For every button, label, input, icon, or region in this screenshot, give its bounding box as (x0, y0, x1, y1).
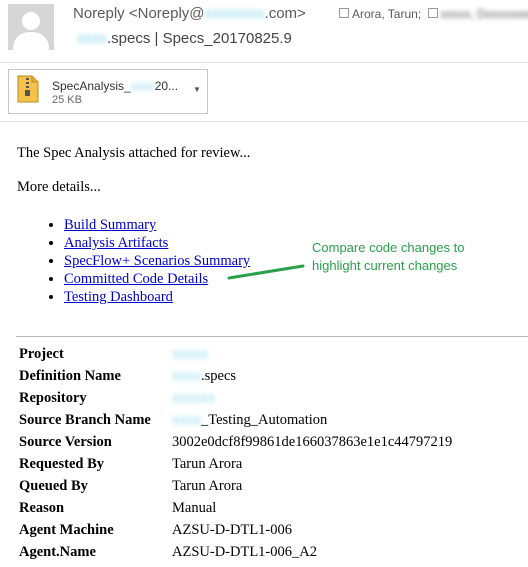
chevron-down-icon[interactable]: ▼ (193, 85, 201, 94)
detail-value: AZSU-D-DTL1-006 (172, 521, 293, 538)
recipient-presence-icon (339, 8, 349, 18)
detail-label: Agent Machine (19, 521, 114, 538)
detail-value: Tarun Arora (172, 477, 243, 494)
table-row: Source Branch Name xxxx_Testing_Automati… (16, 409, 455, 431)
detail-label: Reason (19, 499, 65, 516)
detail-value: xxxxxx (172, 389, 216, 406)
sender-name: Noreply (73, 5, 125, 22)
email-subject: xxxx.specs | Specs_20170825.9 (77, 30, 292, 47)
table-row: Reason Manual (16, 497, 455, 519)
sender-email-prefix: <Noreply@ (128, 5, 205, 22)
table-row: Source Version 3002e0dcf8f99861de1660378… (16, 431, 455, 453)
attachment-name: SpecAnalysis_xxxx20... (52, 79, 179, 93)
table-row: Queued By Tarun Arora (16, 475, 455, 497)
header-divider (0, 62, 528, 63)
table-row: Repository xxxxxx (16, 387, 455, 409)
detail-label: Project (19, 345, 64, 362)
list-item: Committed Code Details (64, 270, 250, 288)
detail-value: Tarun Arora (172, 455, 243, 472)
detail-label: Queued By (19, 477, 88, 494)
list-item: SpecFlow+ Scenarios Summary (64, 252, 250, 270)
section-divider (16, 336, 528, 337)
attachment-size: 25 KB (52, 94, 82, 106)
more-details-text: More details... (17, 179, 101, 195)
sender-email-domain-redacted: xxxxxxxx (204, 5, 265, 22)
sender-email-suffix: .com> (264, 5, 306, 22)
build-details-table: Project xxxxx Definition Name xxxx.specs… (16, 343, 455, 563)
detail-label: Definition Name (19, 367, 121, 384)
table-row: Agent Machine AZSU-D-DTL1-006 (16, 519, 455, 541)
annotation-line-1: Compare code changes to (312, 240, 465, 255)
detail-label: Source Version (19, 433, 112, 450)
table-row: Agent.Name AZSU-D-DTL1-006_A2 (16, 541, 455, 563)
zip-file-icon (17, 75, 39, 108)
recipient-1[interactable]: Arora, Tarun; (352, 7, 421, 21)
intro-text: The Spec Analysis attached for review... (17, 145, 251, 161)
table-row: Project xxxxx (16, 343, 455, 365)
detail-label: Agent.Name (19, 543, 96, 560)
committed-code-details-link[interactable]: Committed Code Details (64, 271, 208, 287)
detail-label: Source Branch Name (19, 411, 151, 428)
subject-text: .specs | Specs_20170825.9 (107, 30, 292, 47)
recipients: Arora, Tarun; xxxxx, Dxxxxxxer; (339, 7, 528, 21)
specflow-scenarios-summary-link[interactable]: SpecFlow+ Scenarios Summary (64, 253, 250, 269)
list-item: Testing Dashboard (64, 288, 250, 306)
detail-label: Repository (19, 389, 87, 406)
build-summary-link[interactable]: Build Summary (64, 217, 156, 233)
links-list: Build Summary Analysis Artifacts SpecFlo… (0, 216, 250, 306)
table-row: Requested By Tarun Arora (16, 453, 455, 475)
recipient-presence-icon (427, 8, 438, 18)
table-row: Definition Name xxxx.specs (16, 365, 455, 387)
attachment-divider (0, 121, 528, 122)
list-item: Build Summary (64, 216, 250, 234)
detail-value: 3002e0dcf8f99861de166037863e1e1c44797219 (172, 433, 453, 450)
person-icon (13, 12, 49, 50)
detail-value: xxxxx (172, 345, 209, 362)
annotation-arrow-line (227, 264, 305, 280)
detail-value: xxxx.specs (172, 367, 237, 384)
analysis-artifacts-link[interactable]: Analysis Artifacts (64, 235, 168, 251)
detail-label: Requested By (19, 455, 104, 472)
attachment-name-redacted: xxxx (130, 79, 155, 93)
testing-dashboard-link[interactable]: Testing Dashboard (64, 289, 173, 305)
recipient-2-redacted[interactable]: xxxxx, Dxxxxxxer; (441, 7, 528, 21)
sender-line[interactable]: Noreply <Noreply@xxxxxxxx.com> (73, 5, 306, 22)
detail-value: Manual (172, 499, 217, 516)
subject-redacted-prefix: xxxx (77, 30, 107, 47)
sender-avatar (8, 4, 54, 50)
annotation-line-2: highlight current changes (312, 258, 458, 273)
detail-value: AZSU-D-DTL1-006_A2 (172, 543, 317, 560)
list-item: Analysis Artifacts (64, 234, 250, 252)
detail-value: xxxx_Testing_Automation (172, 411, 328, 428)
